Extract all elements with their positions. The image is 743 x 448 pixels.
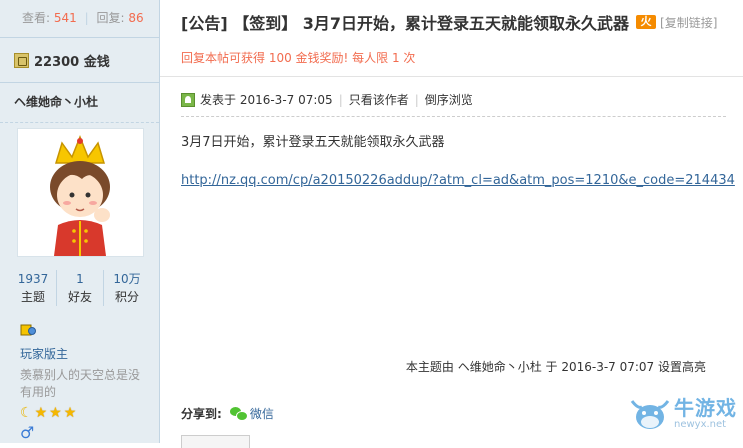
- user-rank[interactable]: 玩家版主: [20, 345, 68, 362]
- views-label: 查看:: [22, 11, 51, 25]
- views-count: 541: [53, 11, 77, 25]
- meta-separator: |: [338, 92, 343, 107]
- coin-icon: [14, 52, 29, 68]
- stat-threads-label: 主题: [20, 290, 45, 304]
- watermark-url: newyx.net: [674, 419, 727, 430]
- watermark-brand: 牛游戏: [674, 396, 737, 420]
- stat-points[interactable]: 10万 积分: [104, 270, 150, 306]
- author-name[interactable]: ヘ维她命丶小杜: [0, 83, 159, 123]
- replies-label: 回复:: [96, 11, 125, 25]
- moderation-note: 本主题由 ヘ维她命丶小杜 于 2016-3-7 07:07 设置高亮: [405, 360, 706, 374]
- moderator-badge-icon: [20, 324, 36, 336]
- bull-logo-icon: [630, 400, 670, 429]
- stat-friends[interactable]: 1 好友: [57, 270, 104, 306]
- site-watermark: 牛游戏 newyx.net: [628, 395, 737, 433]
- replies-count: 86: [128, 11, 144, 25]
- stat-points-value: 10万: [113, 272, 141, 286]
- star-icon: ★: [34, 405, 48, 421]
- star-icon: ★: [49, 405, 62, 421]
- stat-threads[interactable]: 1937 主题: [10, 270, 57, 306]
- male-gender-icon: ♂: [20, 423, 35, 442]
- reverse-order-link[interactable]: 倒序浏览: [425, 91, 473, 108]
- thread-stats: 查看: 541 | 回复: 86: [0, 0, 159, 38]
- share-row: 分享到: 微信: [181, 405, 274, 422]
- post-body-link[interactable]: http://nz.qq.com/cp/a20150226addup/?atm_…: [181, 173, 735, 188]
- author-sidebar: 查看: 541 | 回复: 86 22300 金钱 ヘ维她命丶小杜 1937 主…: [0, 0, 160, 443]
- moon-icon: ☾: [20, 405, 33, 421]
- share-label: 分享到:: [181, 407, 222, 421]
- coin-balance: 22300 金钱: [0, 38, 159, 83]
- wechat-share-link[interactable]: 微信: [250, 405, 274, 422]
- post-body-text: 3月7日开始，累计登录五天就能领取永久武器: [181, 135, 445, 150]
- stat-friends-label: 好友: [67, 290, 92, 304]
- stat-friends-value: 1: [76, 272, 84, 286]
- user-stats: 1937 主题 1 好友 10万 积分: [10, 270, 150, 306]
- user-signature: 羡慕别人的天空总是没有用的: [20, 368, 141, 399]
- avatar-image: [50, 134, 110, 256]
- post-area: [公告] 【签到】 3月7日开始，累计登录五天就能领取永久武器 火 [复制链接]…: [160, 0, 743, 448]
- post-action-button[interactable]: [181, 435, 250, 448]
- post-meta: 发表于 2016-3-7 07:05 | 只看该作者 | 倒序浏览: [181, 91, 473, 108]
- post-time: 发表于 2016-3-7 07:05: [200, 93, 333, 107]
- user-level-stars: ☾ ★ ★ ★: [20, 405, 76, 421]
- meta-separator: |: [414, 92, 419, 107]
- copy-link-button[interactable]: [复制链接]: [660, 14, 717, 31]
- stats-separator: |: [84, 11, 89, 25]
- thread-title-row: [公告] 【签到】 3月7日开始，累计登录五天就能领取永久武器 火 [复制链接]: [181, 10, 717, 34]
- avatar[interactable]: [17, 128, 144, 257]
- reward-notice: 回复本帖可获得 100 金钱奖励! 每人限 1 次: [160, 40, 743, 77]
- coin-amount: 22300 金钱: [34, 54, 110, 70]
- stat-threads-value: 1937: [17, 272, 49, 286]
- online-status-icon: [181, 92, 195, 107]
- star-icon: ★: [63, 405, 77, 421]
- stat-points-label: 积分: [114, 290, 139, 304]
- only-author-link[interactable]: 只看该作者: [349, 91, 409, 108]
- meta-divider: [181, 116, 726, 117]
- hot-icon: 火: [636, 15, 657, 29]
- wechat-icon[interactable]: [229, 407, 248, 421]
- thread-title: [公告] 【签到】 3月7日开始，累计登录五天就能领取永久武器: [181, 14, 630, 33]
